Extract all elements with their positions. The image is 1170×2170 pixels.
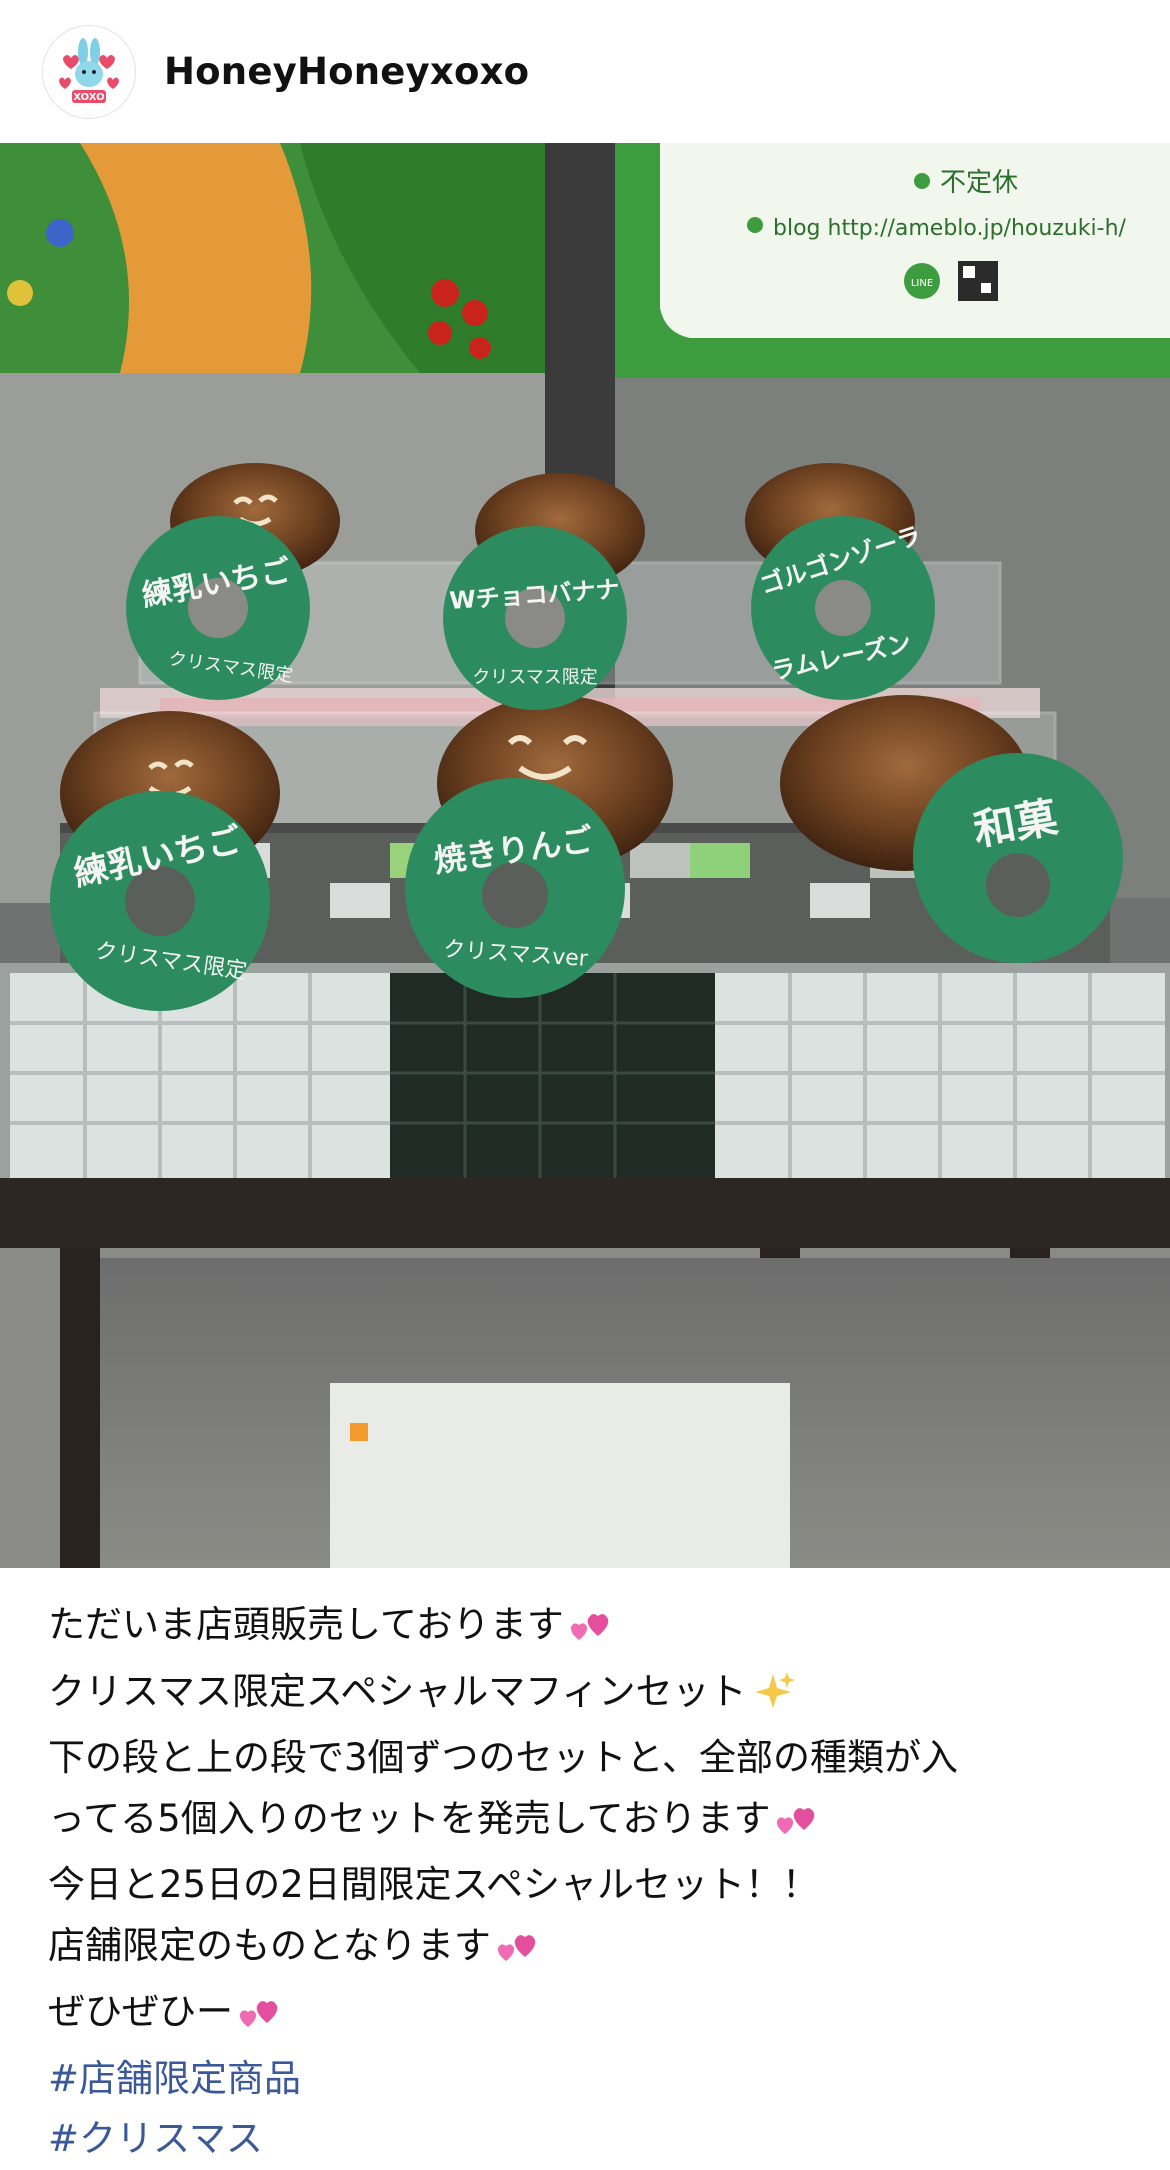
avatar[interactable]: XOXO	[42, 24, 136, 119]
wreath-tag-top-2: Wチョコバナナ クリスマス限定	[443, 526, 627, 710]
two-hearts-icon	[568, 1601, 612, 1662]
post-photo[interactable]: 不定休 blog http://ameblo.jp/houzuki-h/ LIN…	[0, 143, 1170, 1568]
wreath-tag-bottom-3: 和菓	[913, 753, 1123, 963]
caption-line-7: ぜひぜひー	[48, 1982, 1128, 2049]
caption-text-7: ぜひぜひー	[48, 1990, 233, 2033]
caption-line-6: 店舗限定のものとなります	[48, 1916, 1128, 1983]
post-caption: ただいま店頭販売しております クリスマス限定スペシャルマフィンセット 下の段と上…	[48, 1595, 1128, 2170]
muffin-display-photo: 不定休 blog http://ameblo.jp/houzuki-h/ LIN…	[0, 143, 1170, 1568]
two-hearts-icon	[237, 1988, 281, 2049]
caption-line-5: 今日と25日の2日間限定スペシャルセット！！	[48, 1863, 820, 1906]
sign-text-1: 不定休	[940, 168, 1018, 198]
sign-text-2: blog http://ameblo.jp/houzuki-h/	[773, 216, 1127, 241]
caption-text-2: クリスマス限定スペシャルマフィンセット	[48, 1669, 747, 1713]
caption-line-1: ただいま店頭販売しております	[48, 1595, 1128, 1662]
line-label: LINE	[911, 278, 933, 289]
tag-top-2-line2: クリスマス限定	[472, 667, 597, 688]
wreath-tag-bottom-1: 練乳いちご クリスマス限定	[50, 791, 270, 1011]
wreath-tag-bottom-2: 焼きりんご クリスマスver	[405, 778, 625, 998]
caption-line-3: 下の段と上の段で3個ずつのセットと、全部の種類が入	[48, 1736, 959, 1779]
caption-line-2: クリスマス限定スペシャルマフィンセット	[48, 1662, 1128, 1729]
caption-line-4: ってる5個入りのセットを発売しております	[48, 1789, 1128, 1856]
avatar-text: XOXO	[73, 92, 104, 103]
two-hearts-icon	[495, 1922, 539, 1983]
wreath-tag-top-1: 練乳いちご クリスマス限定	[126, 516, 310, 700]
two-hearts-icon	[774, 1795, 818, 1856]
bunny-logo-icon: XOXO	[46, 28, 132, 115]
post-header: XOXO HoneyHoneyxoxo	[0, 0, 1170, 143]
caption-text-6: 店舗限定のものとなります	[48, 1923, 491, 1967]
username[interactable]: HoneyHoneyxoxo	[164, 50, 529, 93]
caption-text-4: ってる5個入りのセットを発売しております	[48, 1796, 771, 1840]
hashtag-store-limited[interactable]: #店舗限定商品	[48, 2049, 1128, 2110]
sparkles-icon	[751, 1668, 795, 1729]
wreath-tag-top-3: ゴルゴンゾーラ ラムレーズン	[751, 516, 935, 700]
caption-text-1: ただいま店頭販売しております	[48, 1603, 564, 1646]
hashtag-christmas[interactable]: #クリスマス	[48, 2109, 1128, 2170]
